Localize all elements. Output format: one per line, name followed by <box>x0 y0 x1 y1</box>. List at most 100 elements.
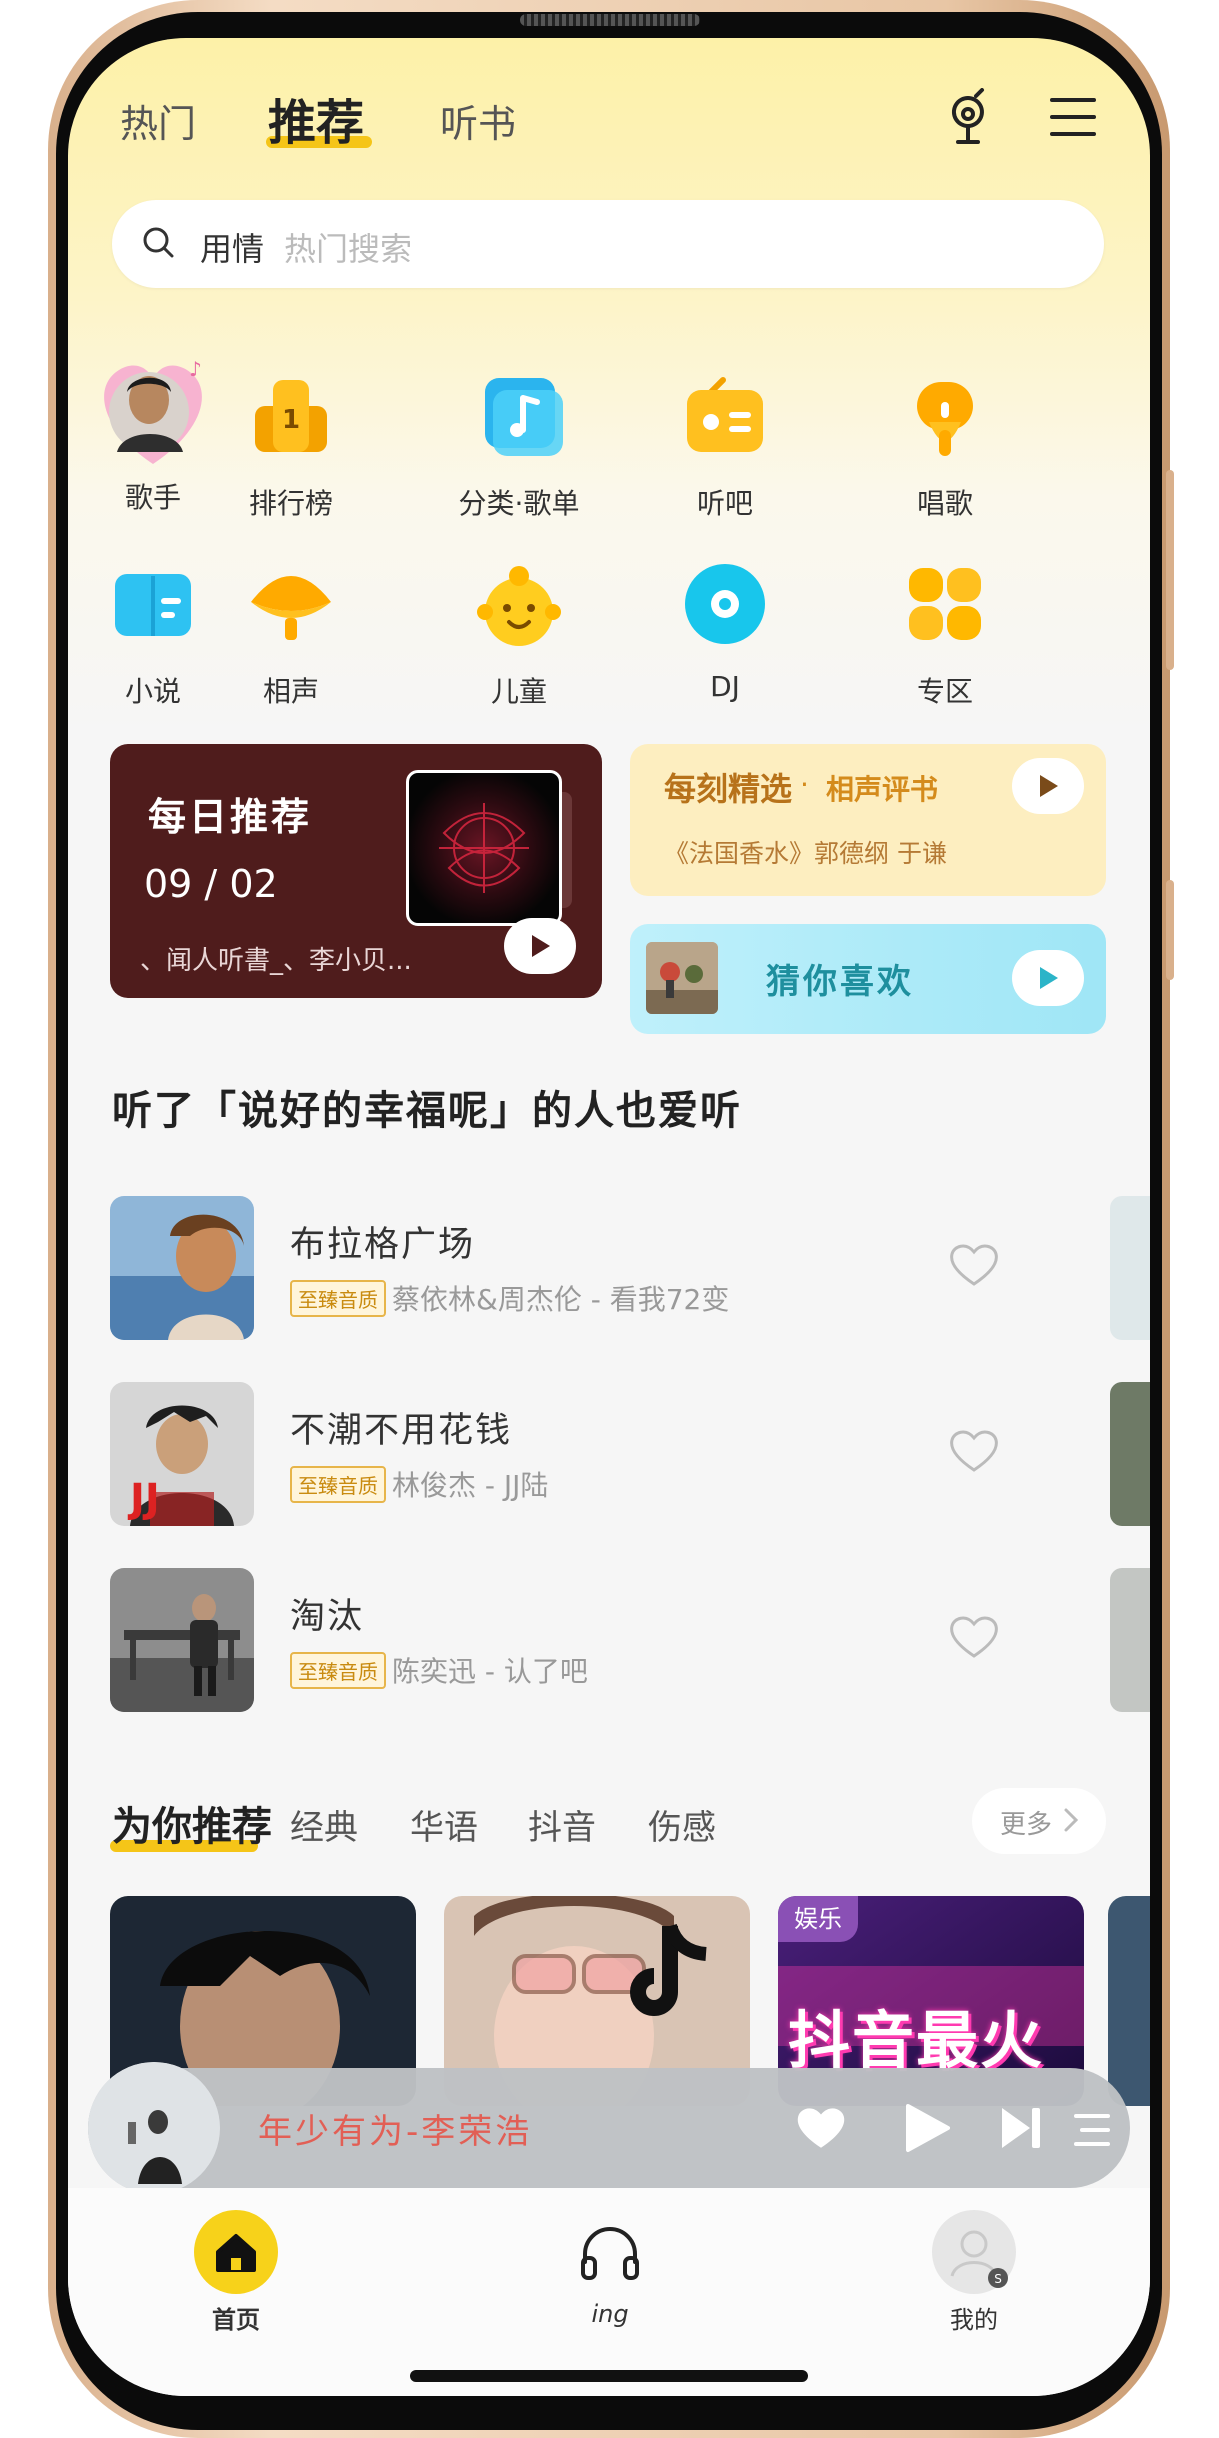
avatar: S <box>932 2210 1016 2294</box>
song-cover <box>110 1568 254 1712</box>
tab-douyin[interactable]: 抖音 <box>528 1800 596 1849</box>
zone-icon <box>897 556 993 652</box>
side-button <box>1166 880 1174 980</box>
guess-you-like-card[interactable]: 猜你喜欢 <box>630 924 1106 1034</box>
daily-subtitle: 、闻人听書_、李小贝... <box>140 946 412 976</box>
heart-icon[interactable] <box>948 1614 1000 1660</box>
menu-icon[interactable] <box>1046 90 1106 150</box>
heart-icon[interactable] <box>948 1242 1000 1288</box>
singer-avatar: ♪ <box>89 346 217 474</box>
selection-card[interactable]: 每刻精选 · 相声评书 《法国香水》郭德纲 于谦 <box>630 744 1106 896</box>
heart-icon[interactable] <box>794 2104 848 2156</box>
daily-title: 每日推荐 <box>148 795 313 839</box>
svg-text:S: S <box>994 2272 1002 2286</box>
category-karaoke[interactable]: 唱歌 <box>860 368 1030 522</box>
song-cover: JJ <box>110 1382 254 1526</box>
category-label: 分类·歌单 <box>458 487 580 520</box>
selection-tag: 相声评书 <box>826 773 939 806</box>
daily-date: 09 / 02 <box>144 862 278 906</box>
category-crosstalk[interactable]: 相声 <box>206 556 376 710</box>
play-icon <box>1040 967 1058 989</box>
chevron-right-icon <box>1062 1806 1080 1841</box>
player-cover <box>88 2062 220 2194</box>
more-button[interactable]: 更多 <box>972 1788 1106 1854</box>
search-bar[interactable]: 用情 热门搜索 <box>112 200 1104 288</box>
song-title: 布拉格广场 <box>290 1225 476 1265</box>
next-page-peek <box>1110 1382 1150 1526</box>
tab-chinese[interactable]: 华语 <box>410 1800 478 1849</box>
play-icon[interactable] <box>902 2102 952 2158</box>
kids-icon <box>471 556 567 652</box>
playlist-icon[interactable] <box>1068 2108 1112 2156</box>
home-icon <box>194 2210 278 2294</box>
category-ranking[interactable]: 1 排行榜 <box>206 368 376 522</box>
category-label: 儿童 <box>490 675 547 708</box>
daily-play-button[interactable] <box>504 918 576 974</box>
nav-label: 首页 <box>212 2306 260 2334</box>
dj-icon <box>677 556 773 652</box>
song-meta: 陈奕迅 - 认了吧 <box>392 1655 588 1688</box>
category-label: DJ <box>710 670 740 703</box>
tab-classic[interactable]: 经典 <box>290 1800 358 1849</box>
guess-title: 猜你喜欢 <box>766 962 914 1002</box>
voice-search-icon[interactable] <box>938 88 998 148</box>
selection-play-button[interactable] <box>1012 758 1084 814</box>
section-title: 听了「说好的幸福呢」的人也爱听 <box>112 1088 742 1134</box>
nav-label: 我的 <box>950 2306 998 2334</box>
novel-icon <box>105 556 201 652</box>
song-row[interactable]: JJ 不潮不用花钱 至臻音质 林俊杰 - JJ陆 <box>110 1382 1150 1532</box>
category-zone[interactable]: 专区 <box>860 556 1030 710</box>
svg-text:♪: ♪ <box>189 357 202 381</box>
next-track-icon[interactable] <box>998 2104 1044 2156</box>
category-label: 唱歌 <box>916 487 973 520</box>
svg-text:1: 1 <box>282 405 300 435</box>
next-page-peek <box>1110 1196 1150 1340</box>
song-title: 不潮不用花钱 <box>290 1411 513 1451</box>
side-button <box>1166 470 1174 670</box>
tab-for-you[interactable]: 为你推荐 <box>112 1794 272 1852</box>
karaoke-icon <box>897 368 993 464</box>
song-title: 淘汰 <box>290 1597 365 1637</box>
search-keyword: 用情 <box>200 230 265 268</box>
category-label: 听吧 <box>696 487 753 520</box>
nav-mine[interactable]: S 我的 <box>914 2210 1034 2335</box>
tab-hot[interactable]: 热门 <box>120 93 196 148</box>
category-label: 专区 <box>916 675 973 708</box>
category-icon <box>471 368 567 464</box>
next-page-peek <box>1108 1896 1150 2106</box>
svg-text:JJ: JJ <box>127 1476 160 1522</box>
home-indicator <box>410 2370 808 2382</box>
song-meta: 林俊杰 - JJ陆 <box>392 1469 549 1502</box>
quality-badge: 至臻音质 <box>290 1652 386 1689</box>
category-playlist[interactable]: 分类·歌单 <box>424 368 614 522</box>
category-kids[interactable]: 儿童 <box>434 556 604 710</box>
daily-cover-art <box>406 770 562 926</box>
search-placeholder: 热门搜索 <box>284 230 413 268</box>
nav-ing[interactable]: ing <box>550 2218 670 2328</box>
play-icon <box>532 935 550 957</box>
category-label: 排行榜 <box>248 487 333 520</box>
heart-icon[interactable] <box>948 1428 1000 1474</box>
category-label: 相声 <box>262 675 319 708</box>
nav-label: ing <box>591 2300 629 2328</box>
nav-home[interactable]: 首页 <box>176 2210 296 2335</box>
song-row[interactable]: 淘汰 至臻音质 陈奕迅 - 认了吧 <box>110 1568 1150 1718</box>
headphones-icon <box>575 2218 645 2288</box>
app-screen: 热门 推荐 听书 用情 热门搜索 ♪ 歌手 1 排行榜 分类·歌单 听吧 唱歌 … <box>68 38 1150 2396</box>
tab-recommend[interactable]: 推荐 <box>268 83 364 153</box>
daily-recommend-card[interactable]: 每日推荐 09 / 02 、闻人听書_、李小贝... <box>110 744 602 998</box>
search-icon <box>142 226 174 258</box>
bottom-navigation: 首页 ing S 我的 <box>68 2188 1150 2396</box>
guess-play-button[interactable] <box>1012 950 1084 1006</box>
song-meta: 蔡依林&周杰伦 - 看我72变 <box>392 1283 730 1316</box>
category-radio[interactable]: 听吧 <box>640 368 810 522</box>
player-title: 年少有为-李荣浩 <box>258 2112 533 2152</box>
mini-player[interactable]: 年少有为-李荣浩 <box>88 2062 1130 2194</box>
tab-audiobook[interactable]: 听书 <box>440 93 516 148</box>
guess-cover <box>646 942 718 1014</box>
ranking-icon: 1 <box>243 368 339 464</box>
category-dj[interactable]: DJ <box>640 556 810 703</box>
song-row[interactable]: 布拉格广场 至臻音质 蔡依林&周杰伦 - 看我72变 <box>110 1196 1150 1346</box>
tab-sad[interactable]: 伤感 <box>648 1800 716 1849</box>
selection-subtitle: 《法国香水》郭德纲 于谦 <box>664 839 947 868</box>
